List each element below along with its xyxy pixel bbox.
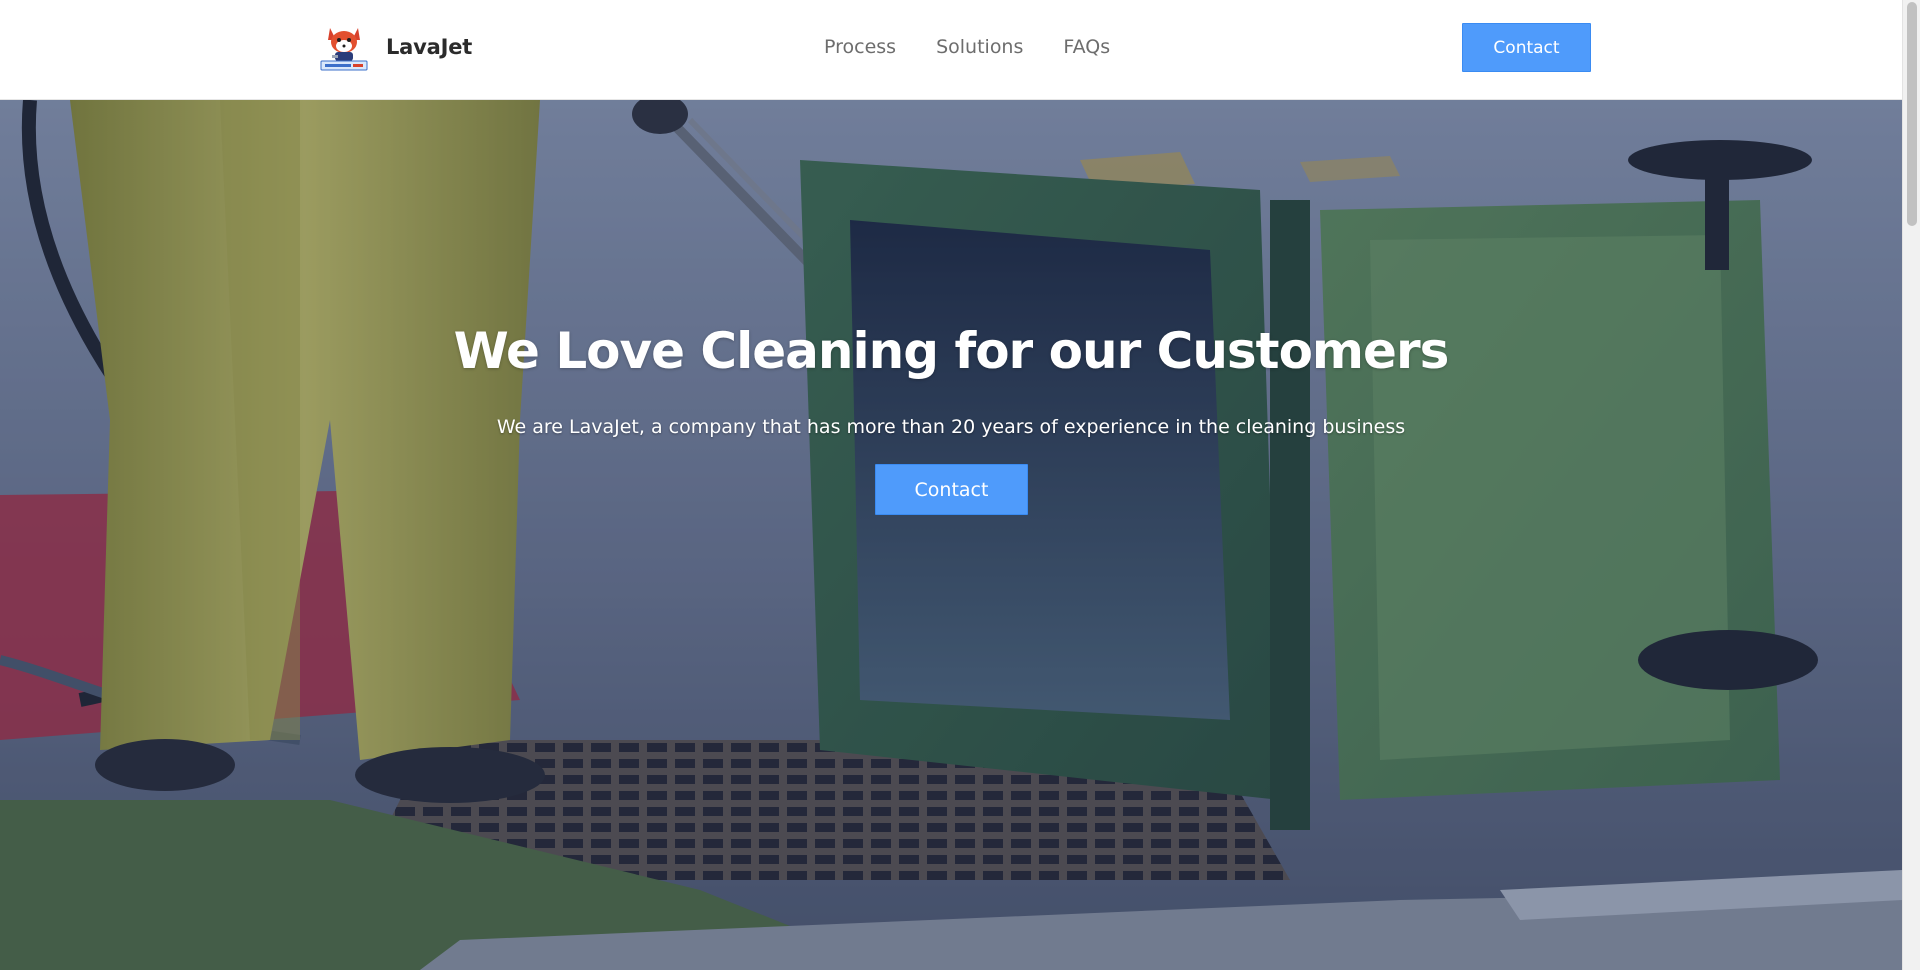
fox-mascot-logo: [320, 28, 368, 71]
page: LavaJet Process Solutions FAQs Contact W…: [0, 0, 1920, 970]
header-contact-button[interactable]: Contact: [1462, 23, 1591, 72]
brand-name: LavaJet: [386, 35, 473, 59]
hero-section: We Love Cleaning for our Customers We ar…: [0, 100, 1902, 970]
brand-link[interactable]: LavaJet: [318, 22, 472, 72]
hero-subtitle: We are LavaJet, a company that has more …: [496, 416, 1406, 438]
scrollbar-thumb[interactable]: [1907, 2, 1917, 226]
site-header: LavaJet Process Solutions FAQs Contact: [0, 0, 1902, 100]
main-nav: Process Solutions FAQs: [824, 36, 1110, 58]
nav-link-process[interactable]: Process: [824, 36, 896, 58]
page-scrollbar[interactable]: [1902, 0, 1920, 970]
hero-title: We Love Cleaning for our Customers: [453, 322, 1450, 380]
hero-contact-button[interactable]: Contact: [875, 464, 1028, 515]
hero-content: We Love Cleaning for our Customers We ar…: [0, 100, 1902, 970]
nav-link-faqs[interactable]: FAQs: [1063, 36, 1110, 58]
nav-link-solutions[interactable]: Solutions: [936, 36, 1023, 58]
